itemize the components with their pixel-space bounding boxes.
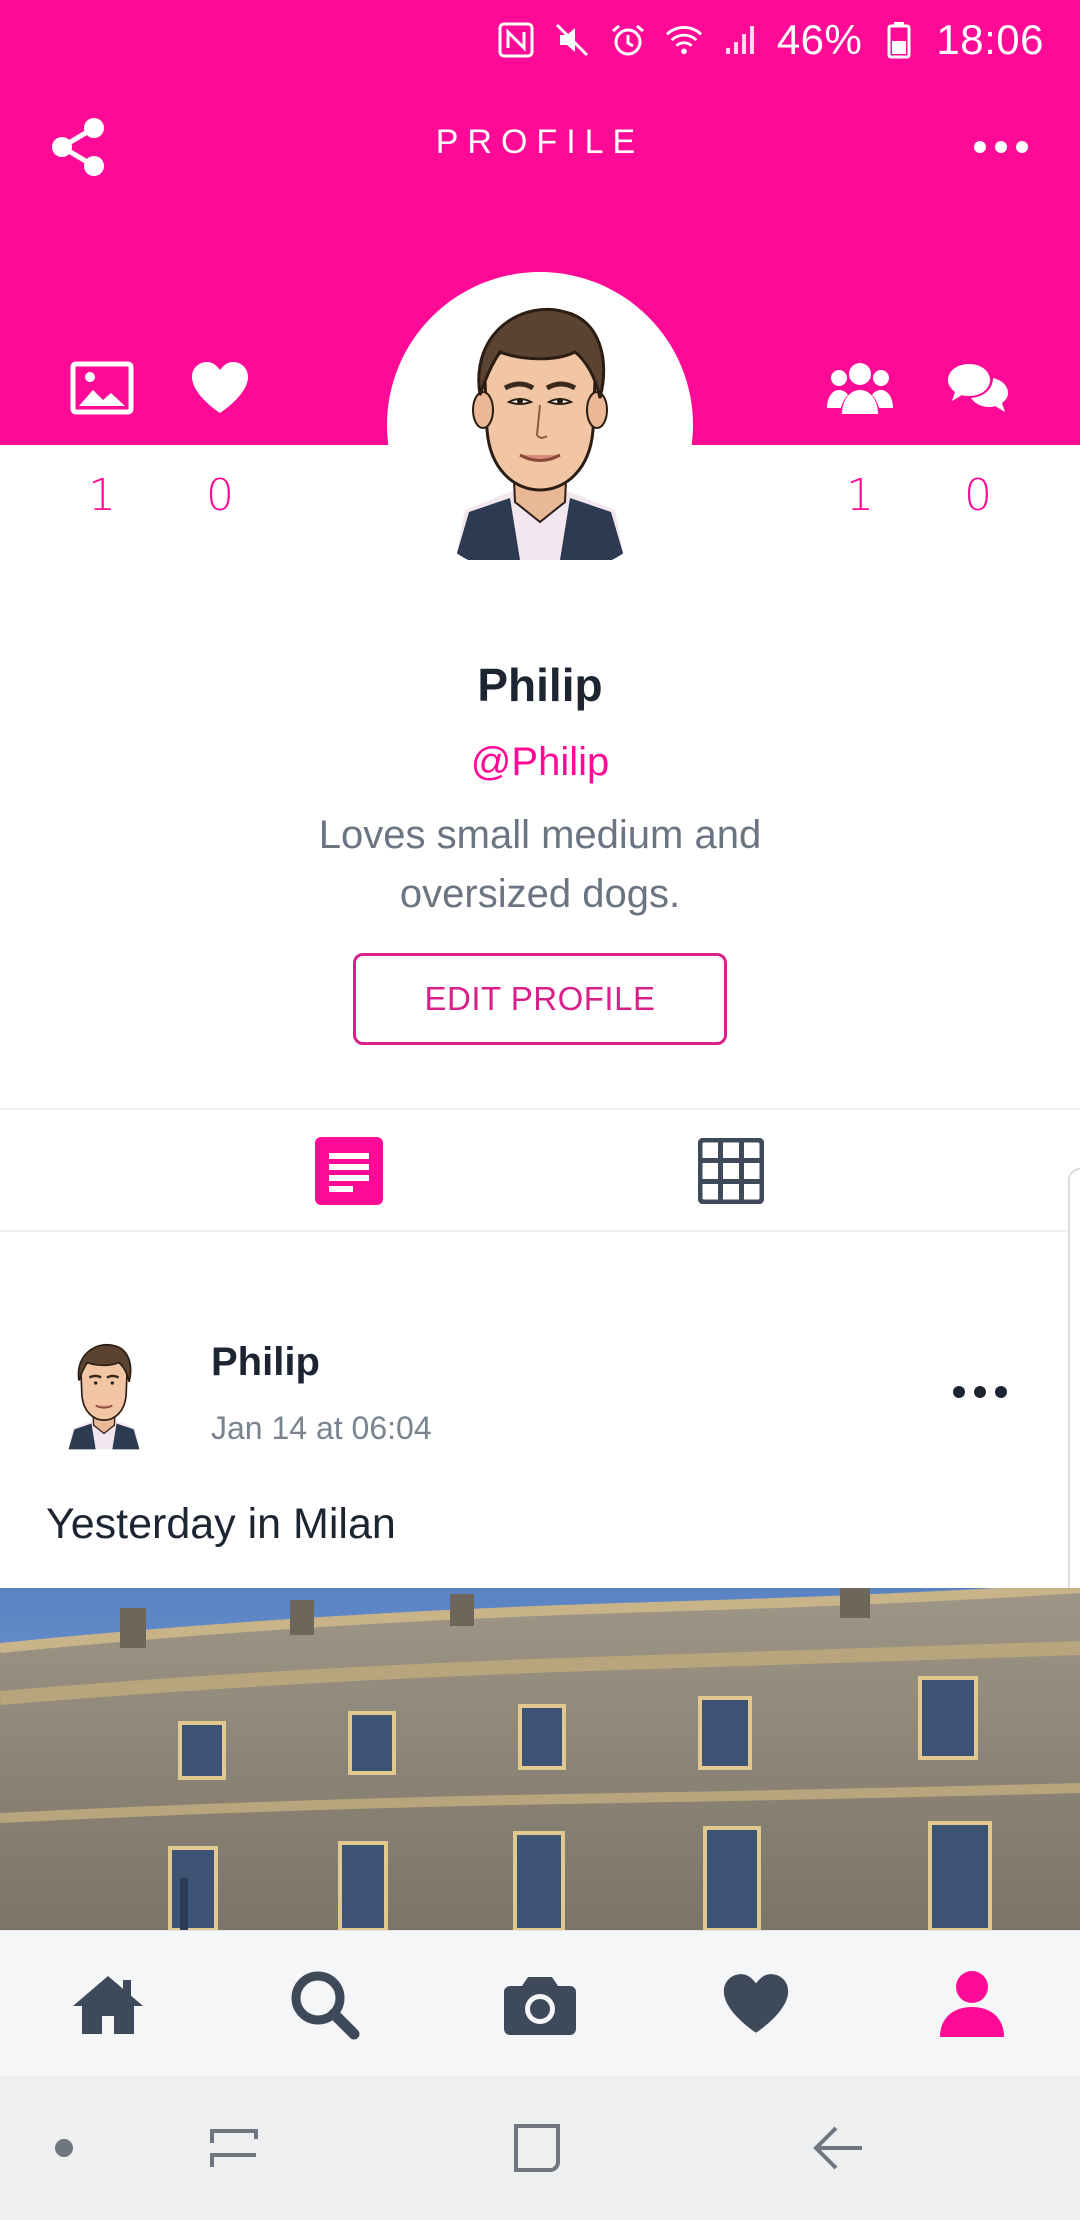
post-caption: Yesterday in Milan (46, 1500, 396, 1548)
nav-camera[interactable] (495, 1961, 585, 2047)
search-icon (291, 1971, 360, 2040)
dot-icon (55, 2139, 73, 2157)
comments-icon (938, 348, 1018, 428)
page-title: PROFILE (435, 122, 645, 161)
more-dots-icon (974, 141, 1028, 153)
back-button[interactable] (806, 2116, 870, 2180)
comments-count: 0 (964, 470, 992, 521)
tab-grid-view[interactable] (696, 1136, 766, 1206)
more-options-button[interactable] (966, 112, 1036, 182)
divider (0, 1108, 1080, 1110)
stat-comments[interactable]: 0 (938, 348, 1018, 521)
nav-search[interactable] (279, 1961, 369, 2047)
mute-icon (553, 21, 591, 59)
list-view-icon (315, 1137, 383, 1205)
wifi-icon (665, 21, 703, 59)
more-dots-icon (953, 1386, 1007, 1398)
photos-count: 1 (88, 470, 116, 521)
profile-name: Philip (477, 659, 603, 711)
recent-apps-icon (210, 2129, 258, 2167)
home-icon (73, 1976, 143, 2034)
tab-list-view[interactable] (314, 1136, 384, 1206)
nfc-icon (497, 21, 535, 59)
post-author-name[interactable]: Philip (211, 1340, 320, 1385)
users-icon (820, 348, 900, 428)
nav-dot-button[interactable] (32, 2116, 96, 2180)
nav-home[interactable] (63, 1961, 153, 2047)
share-button[interactable] (44, 112, 114, 182)
profile-handle[interactable]: @Philip (0, 740, 1080, 785)
clock: 18:06 (936, 16, 1044, 63)
home-system-button[interactable] (504, 2116, 568, 2180)
camera-icon (504, 1977, 576, 2035)
heart-icon (723, 1974, 789, 2033)
nav-favorites[interactable] (711, 1961, 801, 2047)
edit-profile-button[interactable]: EDIT PROFILE (353, 953, 727, 1045)
profile-avatar[interactable] (387, 272, 693, 578)
bottom-navigation (0, 1930, 1080, 2076)
user-icon (940, 1971, 1004, 2037)
divider (0, 1230, 1080, 1232)
avatar-illustration (455, 307, 625, 560)
battery-icon (880, 21, 918, 59)
share-icon (52, 118, 104, 176)
followers-count: 1 (846, 470, 874, 521)
signal-icon (721, 21, 759, 59)
app-bar: PROFILE (0, 92, 1080, 192)
stat-followers[interactable]: 1 (820, 348, 900, 521)
avatar-illustration (68, 1343, 140, 1450)
status-bar: 46% 18:06 (0, 0, 1080, 80)
post-author-avatar[interactable] (56, 1334, 152, 1452)
post-timestamp: Jan 14 at 06:04 (211, 1410, 432, 1446)
post-image[interactable] (0, 1588, 1080, 1930)
system-navigation-bar (0, 2076, 1080, 2220)
recent-apps-button[interactable] (202, 2116, 266, 2180)
grid-view-icon (698, 1138, 764, 1204)
alarm-icon (609, 21, 647, 59)
building-photo (0, 1588, 1080, 1930)
profile-bio: Loves small medium and oversized dogs. (318, 813, 762, 916)
scroll-indicator[interactable] (1068, 1168, 1080, 1608)
likes-count: 0 (206, 470, 234, 521)
post-more-button[interactable] (945, 1362, 1015, 1422)
back-arrow-icon (813, 2126, 862, 2170)
home-square-icon (514, 2124, 560, 2172)
battery-percent: 46% (776, 16, 863, 63)
stat-photos[interactable]: 1 (62, 348, 142, 521)
heart-icon (180, 348, 260, 428)
stat-likes[interactable]: 0 (180, 348, 260, 521)
image-icon (62, 348, 142, 428)
nav-profile[interactable] (927, 1961, 1017, 2047)
